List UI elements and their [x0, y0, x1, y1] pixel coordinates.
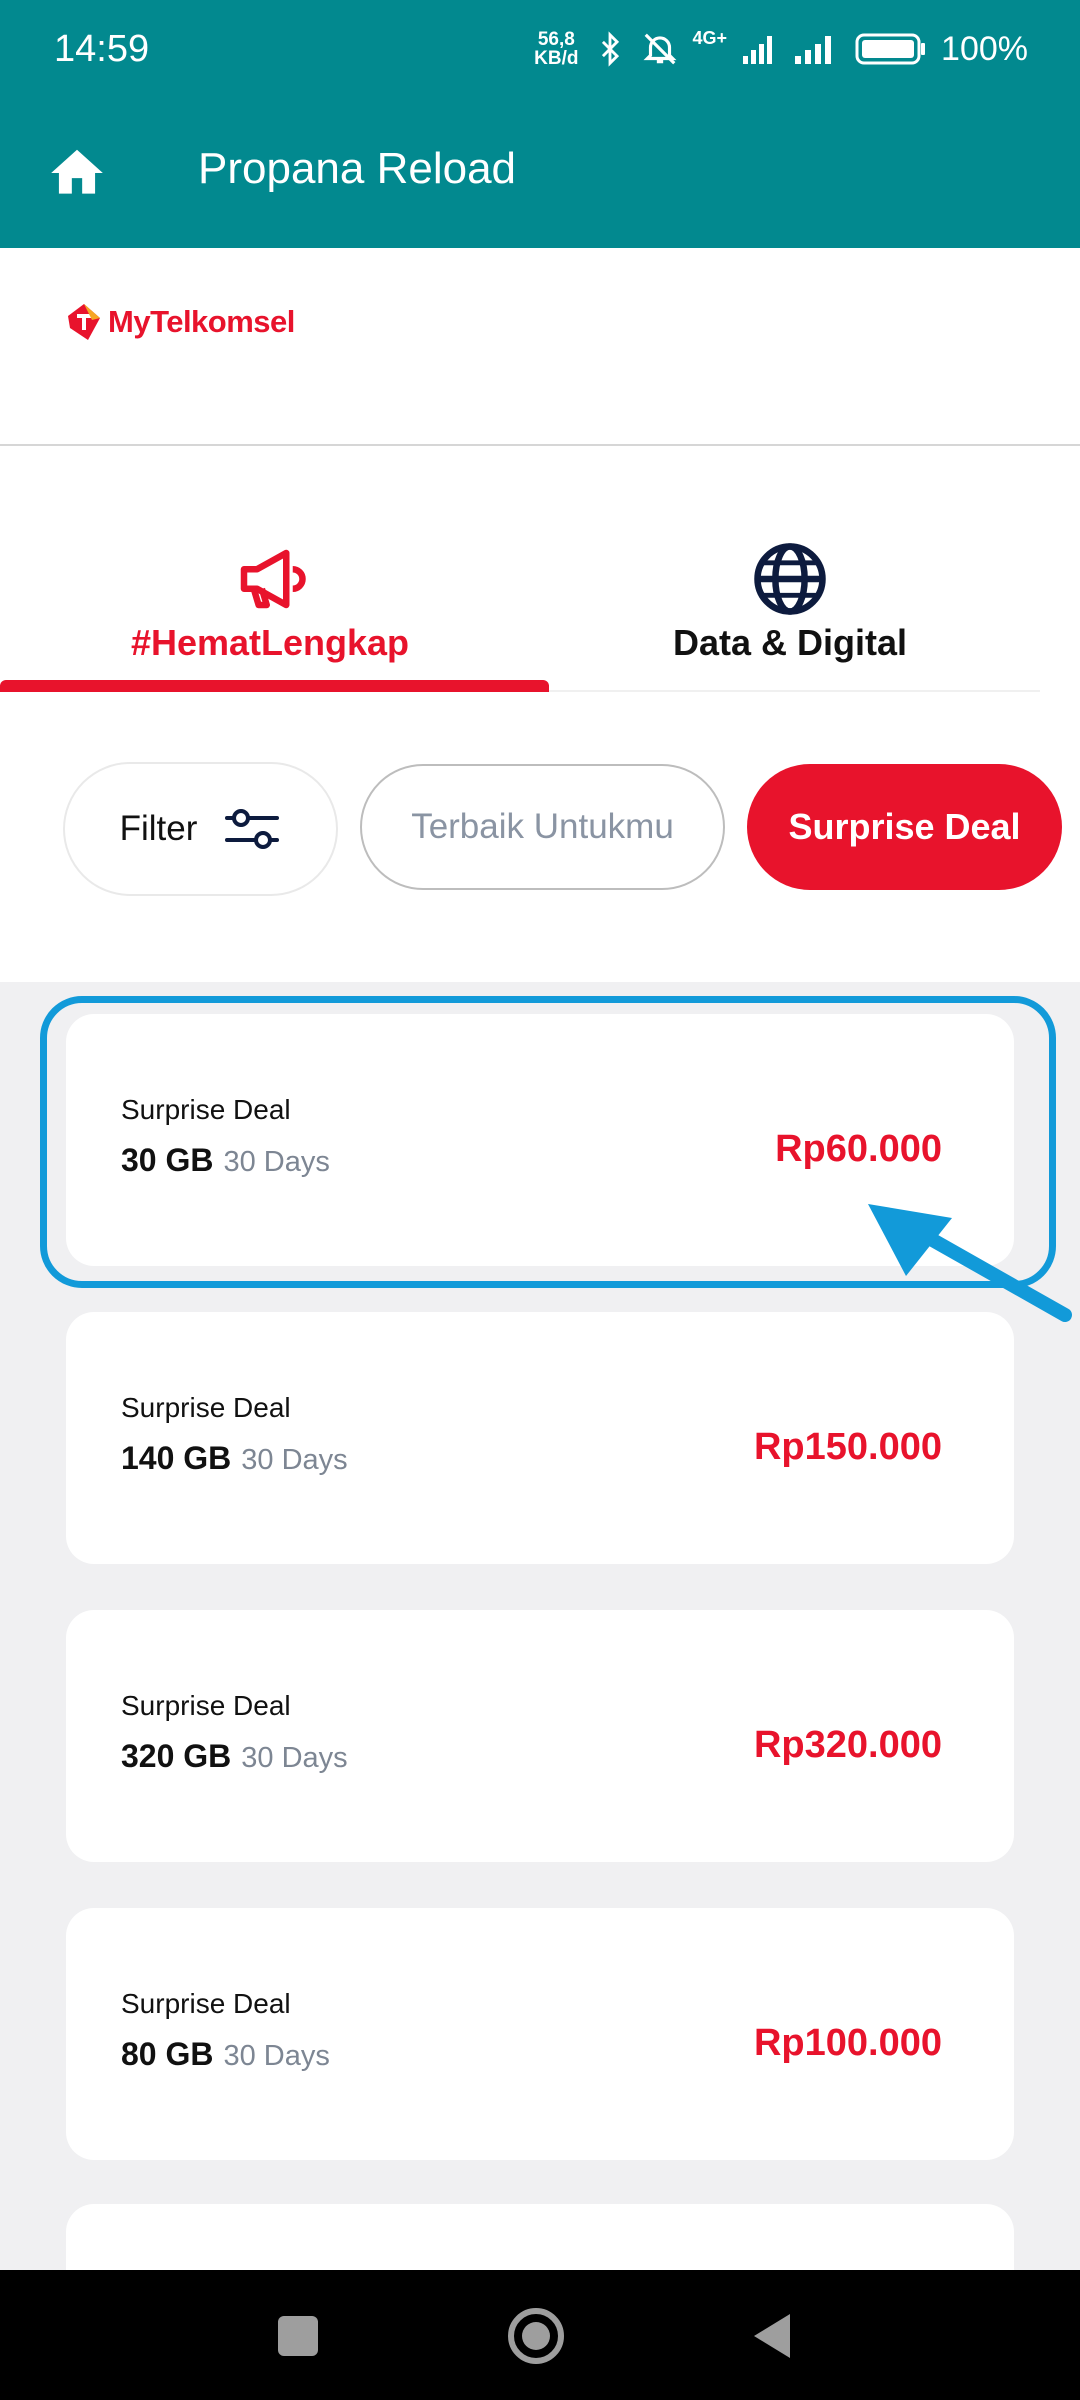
- offer-quota-row: 80 GB 30 Days: [121, 2036, 330, 2073]
- offer-title: Surprise Deal: [121, 1392, 291, 1423]
- home-button-icon[interactable]: [500, 2300, 572, 2372]
- filter-chips: Filter Terbaik Untukmu Surprise Deal: [0, 692, 1080, 982]
- offer-card[interactable]: Surprise Deal 80 GB 30 Days Rp100.000: [66, 1908, 1014, 2160]
- recents-button-icon[interactable]: [262, 2300, 334, 2372]
- globe-icon: [754, 543, 826, 615]
- offer-card-partial[interactable]: [66, 2204, 1014, 2270]
- offer-quota-row: 320 GB 30 Days: [121, 1738, 348, 1775]
- network-type: 4G+: [692, 28, 728, 48]
- filter-label: Filter: [119, 809, 198, 848]
- category-tabs: #HematLengkap Data & Digital: [0, 520, 1080, 692]
- bluetooth-icon: [601, 31, 619, 67]
- signal-icon-1: [743, 36, 773, 64]
- telkomsel-logo-icon: [68, 304, 100, 340]
- offer-card[interactable]: Surprise Deal 30 GB 30 Days Rp60.000: [66, 1014, 1014, 1266]
- offer-quota: 140 GB: [121, 1440, 232, 1476]
- home-icon[interactable]: [46, 142, 108, 204]
- filter-button[interactable]: Filter: [63, 762, 338, 896]
- offer-title: Surprise Deal: [121, 1094, 291, 1125]
- offer-title: Surprise Deal: [121, 1690, 291, 1721]
- telkomsel-logo: MyTelkomsel: [66, 302, 295, 342]
- offer-validity: 30 Days: [223, 2040, 330, 2072]
- active-tab-indicator: [0, 680, 549, 692]
- app-title: Propana Reload: [198, 144, 517, 193]
- network-speed: 56,8 KB/d: [534, 30, 578, 68]
- offer-quota-row: 140 GB 30 Days: [121, 1440, 348, 1477]
- offer-card[interactable]: Surprise Deal 140 GB 30 Days Rp150.000: [66, 1312, 1014, 1564]
- offer-price: Rp150.000: [753, 1426, 942, 1468]
- offer-price: Rp320.000: [753, 1724, 942, 1766]
- tab-data-digital[interactable]: Data & Digital: [520, 520, 1060, 692]
- megaphone-icon: [240, 549, 306, 609]
- network-speed-value: 56,8: [537, 29, 575, 50]
- network-speed-unit: KB/d: [534, 48, 579, 69]
- sliders-icon: [225, 809, 280, 849]
- offer-quota-row: 30 GB 30 Days: [121, 1142, 330, 1179]
- offer-title: Surprise Deal: [121, 1988, 291, 2019]
- offer-validity: 30 Days: [241, 1742, 348, 1774]
- back-button-icon[interactable]: [738, 2300, 810, 2372]
- tab-label: #HematLengkap: [130, 622, 410, 663]
- system-nav-bar: [0, 2270, 1080, 2400]
- offer-quota: 30 GB: [121, 1142, 214, 1178]
- status-bar: 14:59 56,8 KB/d 4G+ 100%: [0, 0, 1080, 100]
- tab-label: Data & Digital: [672, 622, 908, 663]
- offer-validity: 30 Days: [241, 1444, 348, 1476]
- bell-muted-icon: [643, 33, 676, 65]
- offer-quota: 80 GB: [121, 2036, 214, 2072]
- tab-hematlengkap[interactable]: #HematLengkap: [0, 520, 540, 692]
- offer-quota: 320 GB: [121, 1738, 232, 1774]
- offer-price: Rp100.000: [753, 2022, 942, 2064]
- chip-surprise-deal[interactable]: Surprise Deal: [747, 764, 1062, 890]
- status-icons: 56,8 KB/d 4G+ 100%: [534, 24, 1028, 74]
- offer-price: Rp60.000: [775, 1128, 942, 1170]
- brand-area: MyTelkomsel: [0, 248, 1080, 446]
- offer-validity: 30 Days: [223, 1146, 330, 1178]
- app-bar: Propana Reload: [0, 100, 1080, 248]
- status-time: 14:59: [54, 28, 150, 70]
- brand-text: MyTelkomsel: [108, 304, 295, 339]
- offer-list: Surprise Deal 30 GB 30 Days Rp60.000 Surp…: [0, 982, 1080, 2270]
- offer-card[interactable]: Surprise Deal 320 GB 30 Days Rp320.000: [66, 1610, 1014, 1862]
- signal-icon-2: [795, 36, 832, 64]
- battery-level: 100%: [941, 29, 1028, 68]
- battery-icon: [855, 33, 926, 65]
- chip-terbaik-untukmu[interactable]: Terbaik Untukmu: [360, 764, 725, 890]
